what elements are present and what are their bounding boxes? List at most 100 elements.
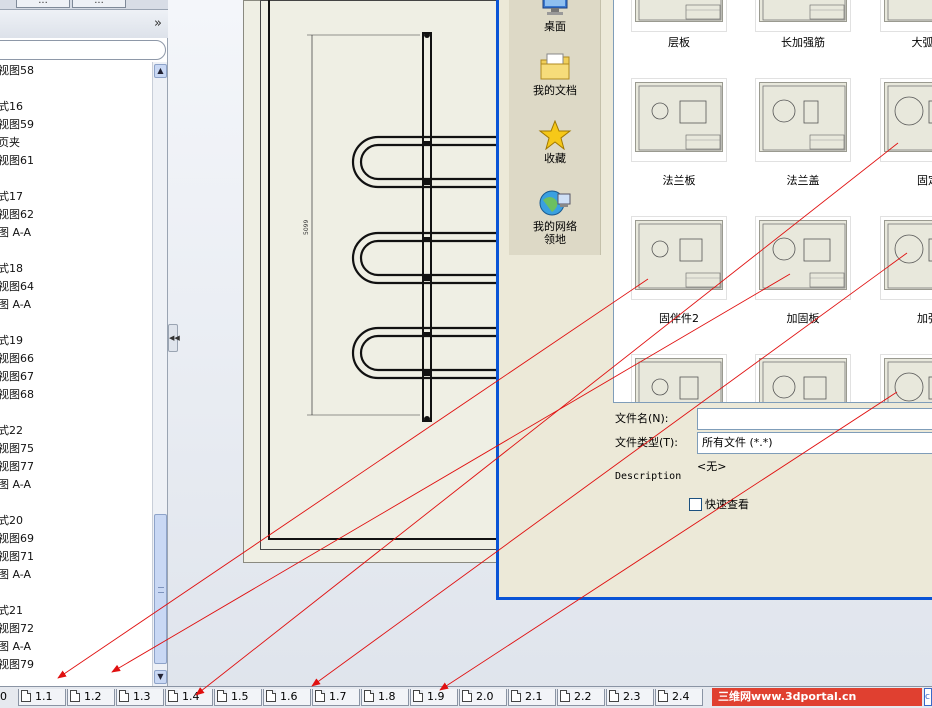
tree-item[interactable]: 视图79	[0, 656, 34, 674]
tree-filter-input[interactable]	[0, 40, 166, 60]
sheet-document-icon	[364, 690, 374, 702]
place-item[interactable]: 我的网络 领地	[509, 188, 601, 246]
tree-item[interactable]: 页夹	[0, 134, 20, 152]
scroll-down-button[interactable]: ▼	[154, 670, 167, 684]
file-thumbnail[interactable]	[631, 0, 727, 32]
sheet-tab[interactable]: 2.3	[606, 689, 654, 706]
sheet-tab[interactable]: 1.1	[18, 689, 66, 706]
sheet-tab[interactable]: 2.2	[557, 689, 605, 706]
scrollbar-thumb[interactable]	[154, 514, 167, 664]
tree-item[interactable]: 式22	[0, 422, 23, 440]
drawing-preview-icon	[759, 0, 847, 22]
tree-item[interactable]: 图 A-A	[0, 476, 31, 494]
drawing-preview-icon	[635, 0, 723, 22]
sheet-document-icon	[609, 690, 619, 702]
rod-joint	[422, 180, 432, 185]
tree-item[interactable]: 视图62	[0, 206, 34, 224]
sheet-document-icon	[462, 690, 472, 702]
tree-item[interactable]: 视图72	[0, 620, 34, 638]
tree-item[interactable]: 式18	[0, 260, 23, 278]
tree-item[interactable]: 式17	[0, 188, 23, 206]
sheet-tab-partial[interactable]: 0	[0, 689, 7, 705]
file-thumbnail[interactable]	[755, 216, 851, 300]
tree-item[interactable]: 视图58	[0, 62, 34, 80]
panel-tab-2[interactable]: ...	[72, 0, 126, 8]
feature-tree-list: 视图58 式16 视图59 页夹 视图61 式17 视图62 图 A-A 式18 视图64 图 A-…	[0, 62, 152, 684]
sheet-document-icon	[266, 690, 276, 702]
tree-scrollbar[interactable]: ▲ ▼	[152, 62, 167, 686]
sheet-tab-label: 1.6	[280, 690, 298, 703]
place-item[interactable]: 我的文档	[509, 52, 601, 97]
tree-item[interactable]: 图 A-A	[0, 224, 31, 242]
sheet-tab[interactable]: 1.6	[263, 689, 311, 706]
file-thumbnail[interactable]	[755, 354, 851, 402]
file-thumbnail[interactable]	[631, 216, 727, 300]
panel-tab-1[interactable]: ...	[16, 0, 70, 8]
file-thumbnail[interactable]	[880, 354, 932, 402]
tree-item[interactable]: 式21	[0, 602, 23, 620]
sheet-tab[interactable]: 1.4	[165, 689, 213, 706]
tree-item[interactable]: 视图68	[0, 386, 34, 404]
filetype-label: 文件类型(T):	[615, 436, 679, 449]
sheet-tab[interactable]: 1.7	[312, 689, 360, 706]
rod-joint	[422, 332, 432, 337]
dimension-text: 5099	[303, 220, 310, 235]
place-item[interactable]: 桌面	[509, 0, 601, 33]
file-name-label: 层板	[668, 36, 690, 49]
expand-chevron-icon[interactable]: »	[154, 17, 162, 30]
tree-item[interactable]: 式20	[0, 512, 23, 530]
file-thumbnail[interactable]	[755, 78, 851, 162]
tree-item[interactable]: 图 A-A	[0, 566, 31, 584]
file-thumbnail[interactable]	[631, 354, 727, 402]
sheet-tab[interactable]: 2.4	[655, 689, 703, 706]
file-name-label: 固定	[917, 174, 932, 187]
sheet-tab[interactable]: 2.0	[459, 689, 507, 706]
description-value: <无>	[697, 460, 727, 473]
file-thumbnail[interactable]	[880, 216, 932, 300]
sheet-document-icon	[70, 690, 80, 702]
tree-item[interactable]: 视图77	[0, 458, 34, 476]
sheet-document-icon	[21, 690, 31, 702]
sheet-tab[interactable]: 1.5	[214, 689, 262, 706]
tree-item[interactable]: 视图66	[0, 350, 34, 368]
tree-item[interactable]: 视图64	[0, 278, 34, 296]
place-item[interactable]: 收藏	[509, 120, 601, 165]
tree-item[interactable]: 视图59	[0, 116, 34, 134]
tree-item[interactable]: 图 A-A	[0, 296, 31, 314]
sheet-tab[interactable]: 1.2	[67, 689, 115, 706]
quickview-option[interactable]: 快速查看	[689, 496, 749, 512]
sheet-tab[interactable]: 1.9	[410, 689, 458, 706]
tree-item[interactable]: 式19	[0, 332, 23, 350]
file-thumbnail[interactable]	[631, 78, 727, 162]
file-thumbnail[interactable]	[755, 0, 851, 32]
file-thumbnail[interactable]	[880, 78, 932, 162]
sheet-tab-label: 1.9	[427, 690, 445, 703]
quickview-checkbox[interactable]	[689, 497, 702, 511]
tree-item[interactable]: 视图71	[0, 548, 34, 566]
open-file-dialog: 桌面我的文档收藏我的网络领地 层板 长加强筋 大弧桌法兰板 法兰盖 固定固伴件2 加固板 加…	[496, 0, 932, 600]
sheet-document-icon	[413, 690, 423, 702]
place-label: 收藏	[544, 152, 566, 165]
tree-item[interactable]: 式16	[0, 98, 23, 116]
scroll-up-button[interactable]: ▲	[154, 64, 167, 78]
sheet-tab[interactable]: 1.8	[361, 689, 409, 706]
description-label: Description	[615, 471, 682, 482]
filetype-select[interactable]: 所有文件 (*.*)	[697, 432, 932, 454]
rod-joint	[422, 141, 432, 146]
tree-item[interactable]: 视图61	[0, 152, 34, 170]
place-label: 桌面	[544, 20, 566, 33]
file-name-label: 加固板	[786, 312, 820, 325]
sheet-tab[interactable]: 2.1	[508, 689, 556, 706]
rod-end-bottom	[424, 416, 430, 422]
sheet-tab[interactable]: 1.3	[116, 689, 164, 706]
tree-item[interactable]: 视图75	[0, 440, 34, 458]
tree-item[interactable]: 图 A-A	[0, 638, 31, 656]
tree-item[interactable]: 视图69	[0, 530, 34, 548]
sheet-document-icon	[315, 690, 325, 702]
panel-splitter-handle[interactable]: ◀◀	[168, 324, 180, 352]
filename-input[interactable]	[697, 408, 932, 430]
sheet-document-icon	[658, 690, 668, 702]
file-thumbnail[interactable]	[880, 0, 932, 32]
rod-joint	[422, 371, 432, 376]
tree-item[interactable]: 视图67	[0, 368, 34, 386]
